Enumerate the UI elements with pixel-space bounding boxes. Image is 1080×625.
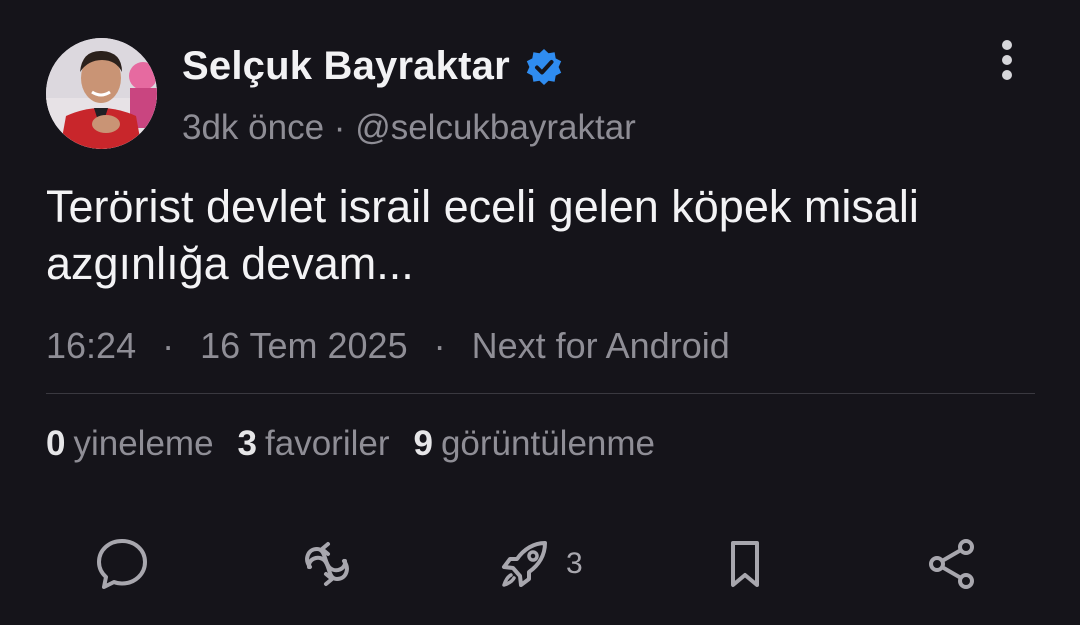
post-stats: 0 yineleme 3 favoriler 9 görüntülenme <box>46 424 655 464</box>
bookmark-icon <box>731 541 759 587</box>
info-separator: · <box>162 325 175 366</box>
post-text-line: Terörist devlet israil eceli gelen köpek… <box>46 181 919 232</box>
reposts-label: yineleme <box>73 424 214 463</box>
post-source[interactable]: Next for Android <box>472 325 730 367</box>
reposts-stat[interactable]: 0 yineleme <box>46 424 214 464</box>
bookmark-button[interactable] <box>718 536 772 592</box>
share-button[interactable] <box>925 536 979 592</box>
views-stat: 9 görüntülenme <box>414 424 656 464</box>
avatar[interactable] <box>46 38 157 149</box>
repost-button[interactable] <box>300 536 354 592</box>
divider <box>46 393 1035 394</box>
reply-button[interactable] <box>95 536 149 592</box>
time-ago: 3dk önce <box>182 108 325 147</box>
meta-separator: · <box>333 108 346 147</box>
boost-count: 3 <box>566 547 583 580</box>
rocket-icon <box>502 541 547 587</box>
post-text-line: azgınlığa devam... <box>46 238 414 289</box>
favorites-label: favoriler <box>265 424 390 463</box>
views-label: görüntülenme <box>440 424 656 463</box>
favorites-stat[interactable]: 3 favoriler <box>238 424 390 464</box>
views-count: 9 <box>413 424 433 463</box>
reposts-count: 0 <box>46 424 66 463</box>
share-icon <box>929 539 974 589</box>
speech-bubble-icon <box>97 539 147 589</box>
post-info: 16:24 · 16 Tem 2025 · Next for Android <box>46 325 730 367</box>
post-meta: 3dk önce · @selcukbayraktar <box>182 108 636 148</box>
post-time: 16:24 <box>46 325 137 366</box>
boost-button[interactable]: 3 <box>498 536 583 592</box>
author-name[interactable]: Selçuk Bayraktar <box>182 44 510 89</box>
author-row: Selçuk Bayraktar <box>182 44 564 89</box>
more-options-icon[interactable] <box>990 38 1024 82</box>
info-separator: · <box>433 325 446 366</box>
author-handle[interactable]: @selcukbayraktar <box>355 108 636 147</box>
post-date: 16 Tem 2025 <box>200 325 408 366</box>
verified-badge-icon <box>526 48 562 85</box>
favorites-count: 3 <box>237 424 258 463</box>
post-text: Terörist devlet israil eceli gelen köpek… <box>46 178 1046 292</box>
repost-icon <box>305 542 349 586</box>
avatar-photo <box>46 38 157 149</box>
